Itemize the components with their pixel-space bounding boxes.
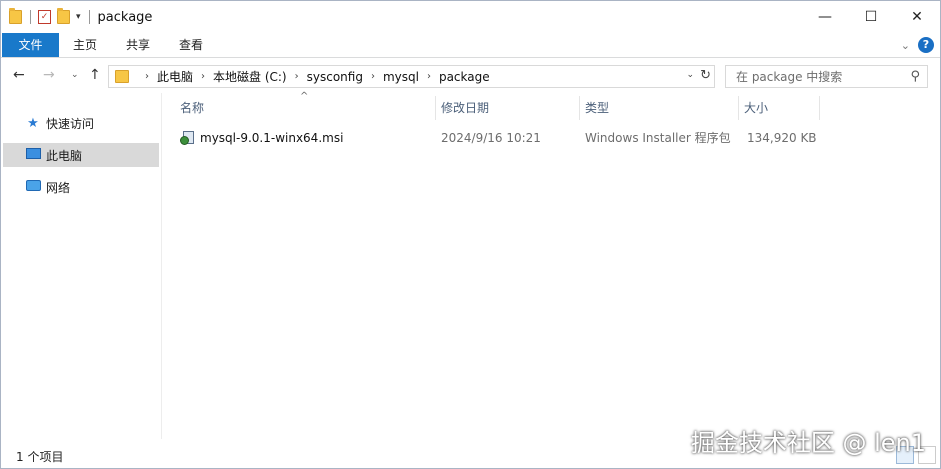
- breadcrumb-separator-icon[interactable]: ›: [145, 71, 149, 82]
- title-bar: ✓ ▾ package — ☐ ✕: [1, 1, 940, 33]
- computer-icon: [25, 147, 41, 163]
- sidebar-item-this-pc[interactable]: 此电脑: [3, 143, 159, 167]
- forward-arrow-icon[interactable]: →: [43, 67, 55, 83]
- toolbar-divider: [30, 10, 31, 24]
- refresh-icon[interactable]: ↻: [700, 68, 711, 83]
- sidebar-item-quick-access[interactable]: ★ 快速访问: [3, 111, 159, 135]
- address-bar[interactable]: › 此电脑 › 本地磁盘 (C:) › sysconfig › mysql › …: [108, 65, 715, 88]
- file-row[interactable]: mysql-9.0.1-winx64.msi 2024/9/16 10:21 W…: [174, 127, 824, 149]
- file-list: ^ 名称 修改日期 类型 大小 mysql-9.0.1-winx64.msi 2…: [162, 91, 940, 439]
- sidebar-item-label: 网络: [46, 180, 71, 195]
- column-header-modified[interactable]: 修改日期: [435, 96, 580, 120]
- window-title: package: [97, 9, 153, 25]
- tab-file[interactable]: 文件: [2, 33, 59, 57]
- msi-installer-icon: [180, 130, 196, 146]
- customize-toolbar-dropdown-icon[interactable]: ▾: [76, 12, 81, 22]
- folder-icon: [115, 70, 129, 83]
- toolbar-divider: [88, 10, 90, 24]
- explorer-window: ✓ ▾ package — ☐ ✕ 文件 主页 共享 查看 ⌄ ? ← → ⌄ …: [0, 0, 941, 469]
- tab-view[interactable]: 查看: [165, 33, 217, 57]
- sidebar-item-label: 快速访问: [46, 116, 95, 131]
- navigation-bar: ← → ⌄ ↑ › 此电脑 › 本地磁盘 (C:) › sysconfig › …: [1, 59, 940, 93]
- expand-ribbon-icon[interactable]: ⌄: [901, 39, 910, 52]
- column-header-name[interactable]: 名称: [174, 96, 436, 120]
- breadcrumb-separator-icon[interactable]: ›: [427, 71, 431, 82]
- ribbon-right-controls: ⌄ ?: [901, 37, 934, 53]
- breadcrumb-local-disk[interactable]: 本地磁盘 (C:): [213, 68, 287, 85]
- ribbon-tabs: 文件 主页 共享 查看 ⌄ ?: [1, 33, 940, 58]
- back-arrow-icon[interactable]: ←: [13, 67, 25, 83]
- navigation-pane: ★ 快速访问 此电脑 网络: [1, 93, 161, 439]
- address-history-dropdown-icon[interactable]: ⌄: [686, 70, 694, 80]
- breadcrumb-mysql[interactable]: mysql: [383, 70, 419, 84]
- breadcrumb-separator-icon[interactable]: ›: [201, 71, 205, 82]
- breadcrumb-separator-icon[interactable]: ›: [371, 71, 375, 82]
- column-header-type[interactable]: 类型: [579, 96, 739, 120]
- breadcrumb-separator-icon[interactable]: ›: [295, 71, 299, 82]
- search-input[interactable]: [726, 66, 896, 87]
- new-folder-icon[interactable]: [57, 8, 70, 24]
- star-icon: ★: [27, 115, 39, 131]
- file-name: mysql-9.0.1-winx64.msi: [200, 131, 344, 145]
- breadcrumb-this-pc[interactable]: 此电脑: [157, 68, 193, 85]
- sidebar-item-network[interactable]: 网络: [3, 175, 159, 199]
- search-box[interactable]: ⚲: [725, 65, 928, 88]
- properties-icon[interactable]: ✓: [38, 10, 51, 24]
- recent-locations-icon[interactable]: ⌄: [71, 70, 79, 80]
- file-type: Windows Installer 程序包: [585, 131, 731, 145]
- breadcrumb-package[interactable]: package: [439, 70, 490, 84]
- up-arrow-icon[interactable]: ↑: [89, 67, 101, 83]
- watermark-text: 掘金技术社区 @ len1: [690, 429, 926, 457]
- network-icon: [25, 179, 41, 195]
- quick-access-toolbar: ✓ ▾ package: [9, 7, 152, 27]
- item-count: 1 个项目: [16, 450, 64, 464]
- search-icon[interactable]: ⚲: [910, 69, 920, 84]
- column-header-size[interactable]: 大小: [738, 96, 820, 120]
- folder-icon: [9, 8, 22, 24]
- file-name-cell[interactable]: mysql-9.0.1-winx64.msi: [180, 127, 343, 149]
- tab-home[interactable]: 主页: [59, 33, 111, 57]
- breadcrumb-sysconfig[interactable]: sysconfig: [307, 70, 363, 84]
- window-controls: — ☐ ✕: [802, 1, 940, 33]
- close-button[interactable]: ✕: [894, 1, 940, 33]
- minimize-button[interactable]: —: [802, 1, 848, 33]
- tab-share[interactable]: 共享: [111, 33, 165, 57]
- sidebar-item-label: 此电脑: [46, 148, 83, 163]
- maximize-button[interactable]: ☐: [848, 1, 894, 33]
- help-icon[interactable]: ?: [918, 37, 934, 53]
- file-modified: 2024/9/16 10:21: [441, 131, 541, 145]
- file-size: 134,920 KB: [747, 131, 817, 145]
